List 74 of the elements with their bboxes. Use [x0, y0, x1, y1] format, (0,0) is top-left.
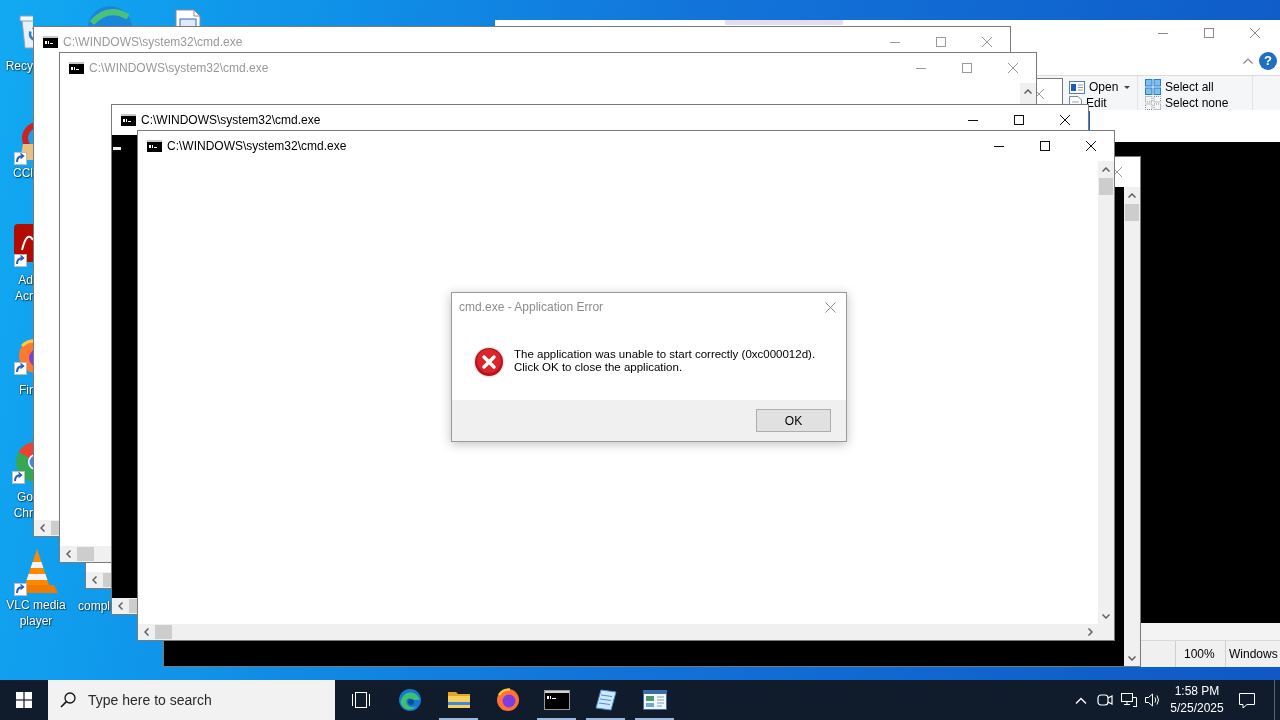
- scroll-thumb[interactable]: [1099, 178, 1113, 195]
- scroll-thumb[interactable]: [155, 625, 172, 639]
- app-tile-icon[interactable]: [14, 224, 33, 268]
- traffic-cone-icon[interactable]: [14, 547, 60, 597]
- folder-icon[interactable]: [446, 690, 471, 710]
- globe-icon[interactable]: [495, 688, 520, 712]
- horizontal-scrollbar[interactable]: [1141, 623, 1280, 640]
- scroll-thumb[interactable]: [77, 547, 94, 561]
- desktop-icon-label: Recy: [5, 58, 33, 74]
- close-icon[interactable]: [1086, 141, 1096, 151]
- chevron-left-icon[interactable]: [65, 550, 71, 558]
- chevron-down-icon[interactable]: [1102, 613, 1110, 619]
- camera-icon[interactable]: [1097, 692, 1113, 708]
- properties-icon: [1069, 80, 1085, 94]
- help-button[interactable]: ?: [1259, 51, 1277, 70]
- clock-date[interactable]: 5/25/2025: [1170, 700, 1224, 717]
- volume-icon[interactable]: [1144, 692, 1162, 708]
- search-icon: [60, 692, 76, 708]
- window-title: C:\WINDOWS\system32\cmd.exe: [89, 61, 269, 75]
- task-view-icon[interactable]: [350, 691, 371, 709]
- vertical-scrollbar[interactable]: [1124, 187, 1140, 666]
- desktop-icon-label: CCl: [13, 165, 33, 181]
- swirl-icon[interactable]: [397, 688, 422, 712]
- console-icon: [121, 114, 136, 126]
- message-text: The application was unable to start correctly (0xc000012d).: [514, 348, 816, 361]
- horizontal-scrollbar[interactable]: [138, 624, 1098, 640]
- scroll-thumb[interactable]: [103, 573, 111, 587]
- chevron-left-icon[interactable]: [117, 602, 123, 610]
- window-title: C:\WINDOWS\system32\cmd.exe: [167, 139, 347, 153]
- desktop-icon-label: Fir: [19, 382, 33, 398]
- vertical-scrollbar[interactable]: [1098, 161, 1114, 624]
- search-input[interactable]: Type here to search: [88, 692, 328, 708]
- window-icon[interactable]: [642, 690, 667, 710]
- console-icon[interactable]: [543, 690, 570, 710]
- chevron-left-icon[interactable]: [39, 524, 45, 532]
- ribbon-button[interactable]: Open: [1069, 79, 1137, 95]
- chevron-left-icon[interactable]: [91, 576, 97, 584]
- scroll-thumb[interactable]: [51, 521, 59, 535]
- scroll-thumb[interactable]: [129, 599, 137, 613]
- desktop-icon-label: Go Chr: [13, 489, 33, 521]
- window-title: C:\WINDOWS\system32\cmd.exe: [141, 113, 321, 127]
- desktop-icon-label: Ad Acr: [15, 272, 33, 304]
- console-icon: [147, 140, 162, 152]
- minimize-icon[interactable]: [994, 145, 1004, 147]
- close-icon[interactable]: [1060, 115, 1070, 125]
- search-bar[interactable]: Type here to search: [48, 680, 335, 720]
- ok-button[interactable]: OK: [756, 409, 831, 432]
- maximize-icon[interactable]: [1014, 115, 1024, 125]
- chevron-right-icon[interactable]: [1087, 628, 1093, 636]
- ribbon-button[interactable]: Select all: [1145, 79, 1252, 95]
- message-text: Click OK to close the application.: [514, 361, 684, 374]
- desktop-icon-label: compl: [78, 598, 110, 614]
- ribbon-button[interactable]: Select none: [1145, 95, 1252, 111]
- error-icon: [473, 346, 505, 378]
- scroll-thumb[interactable]: [1125, 204, 1139, 221]
- status-text: 100%: [1184, 647, 1215, 661]
- clock-time[interactable]: 1:58 PM: [1174, 683, 1220, 700]
- notification-icon[interactable]: [1238, 691, 1256, 709]
- maximize-icon[interactable]: [1040, 141, 1050, 151]
- console-icon: [69, 62, 84, 74]
- grid-icon: [1145, 79, 1161, 95]
- minimize-icon[interactable]: [968, 119, 978, 121]
- console-icon: [43, 36, 58, 48]
- network-icon[interactable]: [1120, 692, 1138, 708]
- notepad-icon[interactable]: [593, 688, 618, 712]
- start-icon[interactable]: [16, 692, 32, 708]
- window-title: C:\WINDOWS\system32\cmd.exe: [63, 35, 243, 49]
- chevron-down-icon[interactable]: [1128, 655, 1136, 661]
- status-text: Windows: [1229, 647, 1278, 661]
- chevron-left-icon[interactable]: [143, 628, 149, 636]
- dialog-title: cmd.exe - Application Error: [459, 300, 604, 314]
- desktop-icon-label: VLC media player: [6, 597, 66, 629]
- cursor-icon: [113, 147, 121, 150]
- empty-grid-icon: [1145, 96, 1161, 110]
